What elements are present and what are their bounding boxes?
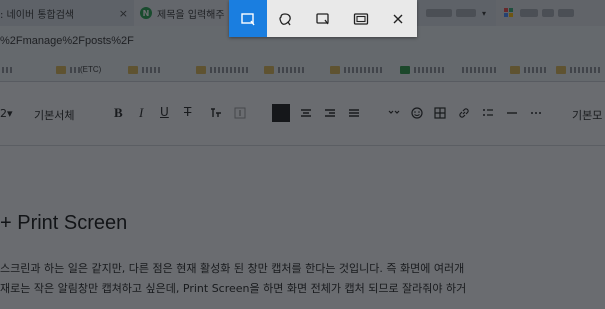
bulleted-list-icon[interactable]: [482, 107, 494, 119]
bookmark-folder[interactable]: [330, 64, 382, 75]
folder-icon: [56, 65, 66, 74]
rectangular-snip-button[interactable]: [229, 0, 267, 37]
window-snip-button[interactable]: [304, 0, 342, 37]
blurred-tab-title: [520, 9, 538, 17]
post-paragraph[interactable]: 스크린과 하는 일은 같지만, 다른 점은 현재 활성화 된 창만 캡처를 한다…: [0, 260, 464, 276]
tab-title: : 네이버 통합검색: [0, 9, 75, 21]
freeform-snip-button[interactable]: [267, 0, 305, 37]
folder-icon: [510, 65, 520, 74]
bookmark-item[interactable]: [400, 64, 444, 75]
background-color-icon[interactable]: [234, 107, 246, 119]
blurred-bookmark: [524, 66, 548, 73]
blurred-bookmark: [210, 66, 250, 73]
browser-tab-editor[interactable]: N 제목을 입력해주: [134, 0, 234, 26]
google-apps-icon: [504, 8, 514, 18]
folder-icon: [196, 65, 206, 74]
line-spacing-icon[interactable]: [388, 107, 400, 119]
blurred-bookmark: [70, 66, 80, 73]
tab-close-icon[interactable]: ×: [119, 7, 128, 20]
bookmark-item[interactable]: [2, 64, 12, 75]
folder-icon: [556, 65, 566, 74]
bookmark-item[interactable]: [462, 64, 498, 75]
close-icon: [393, 14, 403, 23]
blog-editor: 2▾ 기본서체 B I U T 기본모 + Print Screen 스크린과 …: [0, 82, 605, 309]
naver-favicon-icon: N: [140, 7, 152, 19]
browser-tab-naver-search[interactable]: : 네이버 통합검색 ×: [0, 0, 134, 26]
blurred-bookmark: [344, 66, 382, 73]
fullscreen-snip-icon: [353, 12, 368, 25]
browser-tab-blurred[interactable]: ▾: [418, 0, 496, 26]
folder-icon: [128, 65, 138, 74]
font-size-select[interactable]: 2▾: [0, 107, 13, 120]
table-icon[interactable]: [434, 107, 446, 119]
folder-icon: [264, 65, 274, 74]
bookmark-folder[interactable]: [556, 64, 600, 75]
underline-button[interactable]: U: [160, 105, 169, 119]
blurred-bookmark: [414, 66, 444, 73]
url-text[interactable]: %2Fmanage%2Fposts%2F: [0, 35, 134, 47]
bookmark-folder[interactable]: [128, 64, 160, 75]
editor-toolbar: 2▾ 기본서체 B I U T 기본모: [0, 82, 605, 146]
close-snip-button[interactable]: [379, 0, 417, 37]
folder-icon: [330, 65, 340, 74]
blurred-bookmark: [462, 66, 498, 73]
tab-title: 제목을 입력해주: [157, 9, 225, 21]
blurred-bookmark: [142, 66, 160, 73]
blurred-bookmark: [278, 66, 306, 73]
tab-dropdown-icon[interactable]: ▾: [482, 9, 486, 18]
blurred-bookmark: [2, 66, 12, 73]
bookmark-folder[interactable]: [510, 64, 548, 75]
blurred-tab-title: [456, 9, 476, 17]
snipping-toolbar: [229, 0, 417, 37]
freeform-snip-icon: [279, 12, 292, 25]
blurred-tab-title: [542, 9, 554, 17]
horizontal-rule-icon[interactable]: [506, 107, 518, 119]
blurred-bookmark: [570, 66, 600, 73]
basic-mode-select[interactable]: 기본모: [572, 107, 602, 123]
browser-tab-blurred[interactable]: [496, 0, 605, 26]
window-snip-icon: [316, 12, 329, 24]
bookmark-folder[interactable]: [264, 64, 306, 75]
strikethrough-button[interactable]: T: [184, 105, 191, 119]
rectangle-snip-icon: [241, 12, 255, 25]
bookmark-folder[interactable]: (ETC): [56, 64, 101, 75]
align-right-icon[interactable]: [324, 107, 336, 119]
post-heading[interactable]: + Print Screen: [0, 212, 127, 235]
font-family-select[interactable]: 기본서체: [34, 107, 74, 123]
bookmark-folder[interactable]: [196, 64, 250, 75]
bookmark-label: (ETC): [80, 65, 102, 74]
italic-button[interactable]: I: [139, 105, 143, 121]
emoji-icon[interactable]: [411, 107, 423, 119]
sheets-icon: [400, 65, 410, 74]
align-center-icon[interactable]: [300, 107, 312, 119]
align-justify-icon[interactable]: [348, 107, 360, 119]
bold-button[interactable]: B: [114, 105, 123, 121]
fullscreen-snip-button[interactable]: [342, 0, 380, 37]
blurred-tab-title: [426, 9, 452, 17]
blurred-tab-title: [558, 9, 574, 17]
link-icon[interactable]: [458, 107, 470, 119]
text-color-icon[interactable]: [210, 107, 222, 119]
align-left-button[interactable]: [272, 104, 290, 122]
post-paragraph[interactable]: 재로는 작은 알림창만 캡쳐하고 싶은데, Print Screen을 하면 화…: [0, 280, 466, 296]
more-icon[interactable]: [530, 107, 542, 119]
bookmarks-bar: (ETC): [0, 56, 605, 82]
